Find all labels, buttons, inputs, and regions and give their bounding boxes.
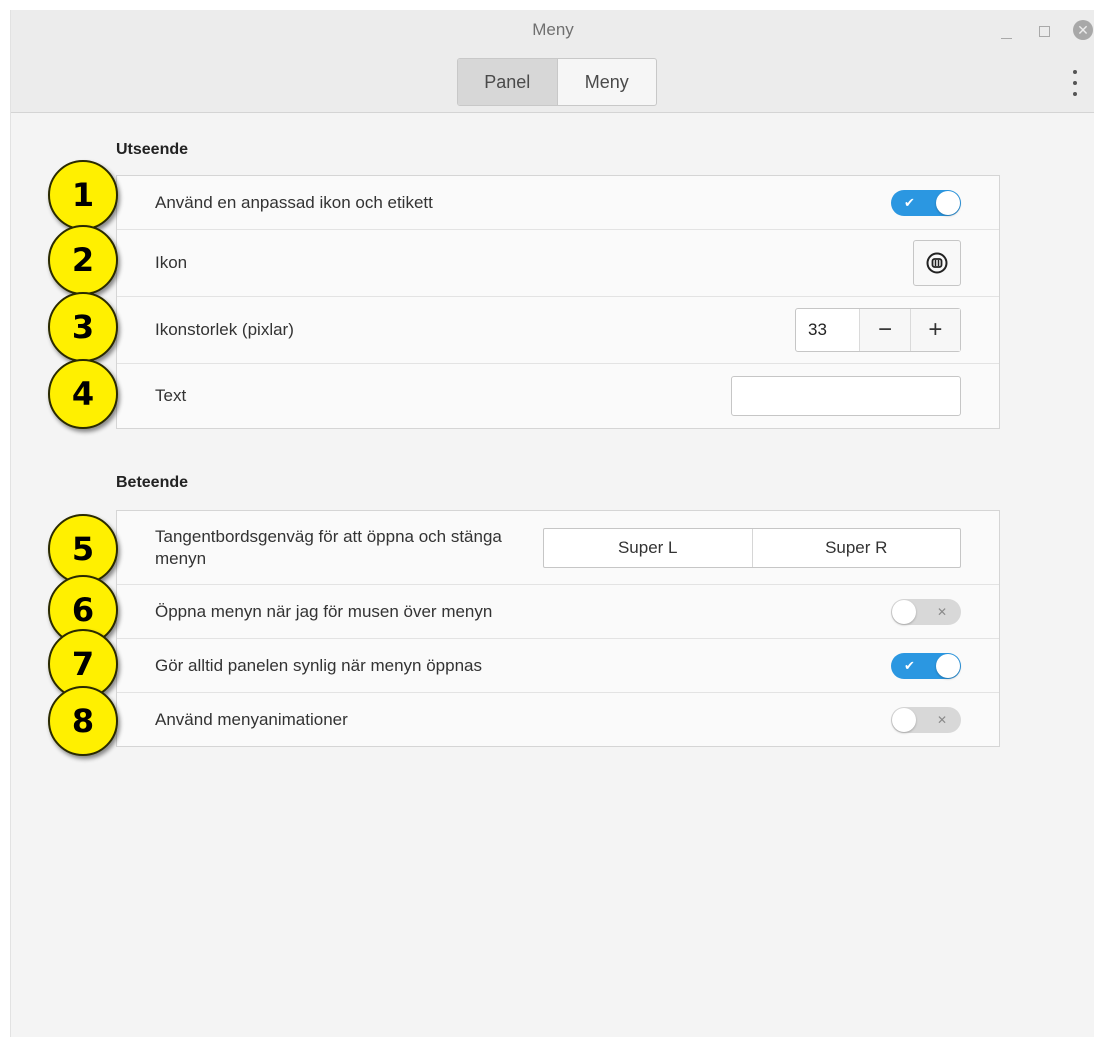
- row-panel-visible: Gör alltid panelen synlig när menyn öppn…: [117, 638, 999, 692]
- section-title-appearance: Utseende: [116, 141, 189, 158]
- kebab-menu-icon[interactable]: [1071, 70, 1079, 96]
- shortcut-keys: Super L Super R: [543, 527, 961, 568]
- behavior-panel: Tangentbordsgenväg för att öppna och stä…: [116, 510, 1000, 747]
- text-input[interactable]: [731, 376, 961, 416]
- increment-button[interactable]: +: [909, 309, 960, 351]
- shortcut-key-2[interactable]: Super R: [751, 528, 961, 567]
- tab-panel[interactable]: Panel: [458, 59, 557, 105]
- icon-size-stepper: 33 − +: [795, 308, 961, 352]
- callout-5: 5: [48, 514, 118, 584]
- check-icon: ✔: [904, 194, 915, 210]
- icon-chooser-button[interactable]: [913, 240, 961, 286]
- mint-logo-icon: [926, 252, 948, 274]
- shortcut-label: Tangentbordsgenväg för att öppna och stä…: [155, 526, 502, 568]
- row-icon-size: Ikonstorlek (pixlar) 33 − +: [117, 296, 999, 363]
- tab-meny[interactable]: Meny: [556, 59, 657, 105]
- row-hover: Öppna menyn när jag för musen över menyn…: [117, 584, 999, 638]
- x-icon: ✕: [936, 712, 947, 727]
- icon-label: Ikon: [155, 253, 188, 272]
- check-icon: ✔: [904, 657, 915, 673]
- x-icon: ✕: [936, 604, 947, 619]
- hover-switch[interactable]: ✕: [891, 598, 961, 625]
- text-label: Text: [155, 386, 187, 405]
- icon-size-label: Ikonstorlek (pixlar): [155, 320, 294, 339]
- panel-visible-switch[interactable]: ✔: [891, 652, 961, 679]
- custom-icon-switch[interactable]: ✔: [891, 189, 961, 216]
- callout-2: 2: [48, 225, 118, 295]
- callout-8: 8: [48, 686, 118, 756]
- decrement-button[interactable]: −: [859, 309, 910, 351]
- shortcut-key-1[interactable]: Super L: [544, 529, 752, 567]
- window-title: Meny: [532, 20, 574, 39]
- close-icon[interactable]: ✕: [1073, 20, 1093, 40]
- row-text: Text: [117, 363, 999, 428]
- hover-label: Öppna menyn när jag för musen över menyn: [155, 601, 493, 621]
- callout-1: 1: [48, 160, 118, 230]
- custom-icon-label: Använd en anpassad ikon och etikett: [155, 192, 433, 212]
- panel-visible-label: Gör alltid panelen synlig när menyn öppn…: [155, 655, 482, 675]
- tab-switcher: Panel Meny: [457, 58, 657, 106]
- settings-window: Meny ✕ Panel Meny Utseende Använd en anp…: [10, 10, 1094, 1037]
- animations-label: Använd menyanimationer: [155, 709, 348, 729]
- animations-switch[interactable]: ✕: [891, 706, 961, 733]
- appearance-panel: Använd en anpassad ikon och etikett ✔ Ik…: [116, 175, 1000, 429]
- row-custom-icon: Använd en anpassad ikon och etikett ✔: [117, 176, 999, 229]
- icon-size-value[interactable]: 33: [796, 309, 859, 351]
- row-shortcut: Tangentbordsgenväg för att öppna och stä…: [117, 511, 999, 584]
- row-animations: Använd menyanimationer ✕: [117, 692, 999, 746]
- header-bar: Meny ✕ Panel Meny: [11, 10, 1094, 113]
- section-title-behavior: Beteende: [116, 474, 189, 491]
- callout-4: 4: [48, 359, 118, 429]
- maximize-icon[interactable]: [1039, 26, 1050, 37]
- callout-3: 3: [48, 292, 118, 362]
- minimize-icon[interactable]: [1001, 38, 1012, 39]
- row-icon: Ikon: [117, 229, 999, 296]
